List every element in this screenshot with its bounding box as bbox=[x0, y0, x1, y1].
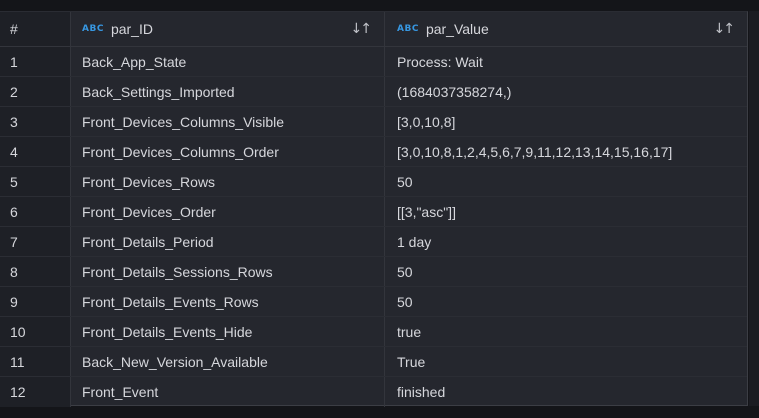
row-number-cell: 7 bbox=[0, 227, 71, 256]
par-value-cell: 50 bbox=[385, 287, 747, 316]
par-id-value: Front_Devices_Columns_Order bbox=[82, 144, 279, 160]
row-number-value: 6 bbox=[10, 204, 18, 220]
row-number-value: 2 bbox=[10, 84, 18, 100]
table-row: 9 Front_Details_Events_Rows 50 bbox=[0, 287, 747, 317]
par-id-cell: Front_Details_Sessions_Rows bbox=[71, 257, 385, 286]
row-number-value: 10 bbox=[10, 324, 26, 340]
par-id-value: Front_Devices_Columns_Visible bbox=[82, 114, 284, 130]
row-number-value: 3 bbox=[10, 114, 18, 130]
row-number-cell: 2 bbox=[0, 77, 71, 106]
table-row: 10 Front_Details_Events_Hide true bbox=[0, 317, 747, 347]
par-value-value: True bbox=[397, 354, 425, 370]
par-value-cell: [[3,"asc"]] bbox=[385, 197, 747, 226]
par-id-cell: Front_Details_Events_Rows bbox=[71, 287, 385, 316]
par-value-cell: true bbox=[385, 317, 747, 346]
table-body: 1 Back_App_State Process: Wait 2 Back_Se… bbox=[0, 47, 747, 407]
par-id-cell: Front_Event bbox=[71, 377, 385, 407]
row-number-value: 1 bbox=[10, 54, 18, 70]
string-type-icon: ABC bbox=[82, 24, 104, 34]
row-number-header-label: # bbox=[10, 21, 18, 37]
par-value-cell: True bbox=[385, 347, 747, 376]
table-row: 6 Front_Devices_Order [[3,"asc"]] bbox=[0, 197, 747, 227]
par-value-value: 50 bbox=[397, 294, 413, 310]
par-value-value: Process: Wait bbox=[397, 54, 483, 70]
row-number-cell: 5 bbox=[0, 167, 71, 196]
row-number-value: 9 bbox=[10, 294, 18, 310]
par-value-value: finished bbox=[397, 384, 445, 400]
par-value-column-label: par_Value bbox=[426, 21, 489, 37]
panel-right-gutter bbox=[749, 11, 759, 406]
par-id-value: Front_Details_Events_Hide bbox=[82, 324, 252, 340]
row-number-cell: 11 bbox=[0, 347, 71, 376]
row-number-value: 7 bbox=[10, 234, 18, 250]
sort-arrows-icon[interactable]: ↓↑ bbox=[351, 21, 372, 37]
par-id-value: Back_Settings_Imported bbox=[82, 84, 235, 100]
par-id-value: Front_Details_Period bbox=[82, 234, 214, 250]
row-number-cell: 6 bbox=[0, 197, 71, 226]
table-row: 11 Back_New_Version_Available True bbox=[0, 347, 747, 377]
row-number-cell: 1 bbox=[0, 47, 71, 76]
par-id-cell: Back_New_Version_Available bbox=[71, 347, 385, 376]
string-type-icon: ABC bbox=[397, 24, 419, 34]
table-row: 2 Back_Settings_Imported (1684037358274,… bbox=[0, 77, 747, 107]
parameters-table: # ABC par_ID ↓↑ ABC par_Value ↓↑ 1 Back_… bbox=[0, 11, 748, 406]
par-value-value: 50 bbox=[397, 264, 413, 280]
par-id-value: Front_Devices_Rows bbox=[82, 174, 215, 190]
par-id-value: Front_Devices_Order bbox=[82, 204, 216, 220]
par-value-cell: 1 day bbox=[385, 227, 747, 256]
par-value-cell: 50 bbox=[385, 167, 747, 196]
row-number-cell: 3 bbox=[0, 107, 71, 136]
par-id-value: Back_New_Version_Available bbox=[82, 354, 268, 370]
table-row: 4 Front_Devices_Columns_Order [3,0,10,8,… bbox=[0, 137, 747, 167]
row-number-value: 12 bbox=[10, 384, 26, 400]
table-row: 8 Front_Details_Sessions_Rows 50 bbox=[0, 257, 747, 287]
par-value-value: [3,0,10,8] bbox=[397, 114, 455, 130]
table-row: 1 Back_App_State Process: Wait bbox=[0, 47, 747, 77]
par-id-value: Front_Details_Events_Rows bbox=[82, 294, 259, 310]
par-id-cell: Front_Devices_Columns_Order bbox=[71, 137, 385, 166]
row-number-value: 8 bbox=[10, 264, 18, 280]
par-value-cell: 50 bbox=[385, 257, 747, 286]
grafana-table-panel: # ABC par_ID ↓↑ ABC par_Value ↓↑ 1 Back_… bbox=[0, 0, 759, 418]
par-value-cell: [3,0,10,8] bbox=[385, 107, 747, 136]
table-row: 7 Front_Details_Period 1 day bbox=[0, 227, 747, 257]
par-id-cell: Front_Devices_Rows bbox=[71, 167, 385, 196]
par-id-cell: Front_Details_Events_Hide bbox=[71, 317, 385, 346]
table-header-row: # ABC par_ID ↓↑ ABC par_Value ↓↑ bbox=[0, 12, 747, 47]
row-number-cell: 9 bbox=[0, 287, 71, 316]
par-value-value: 50 bbox=[397, 174, 413, 190]
par-id-cell: Back_App_State bbox=[71, 47, 385, 76]
row-number-cell: 4 bbox=[0, 137, 71, 166]
par-value-cell: finished bbox=[385, 377, 747, 407]
par-id-value: Front_Event bbox=[82, 384, 158, 400]
table-row: 5 Front_Devices_Rows 50 bbox=[0, 167, 747, 197]
par-id-value: Front_Details_Sessions_Rows bbox=[82, 264, 273, 280]
row-number-value: 4 bbox=[10, 144, 18, 160]
row-number-value: 5 bbox=[10, 174, 18, 190]
sort-arrows-icon[interactable]: ↓↑ bbox=[714, 21, 735, 37]
par-value-value: [3,0,10,8,1,2,4,5,6,7,9,11,12,13,14,15,1… bbox=[397, 144, 672, 160]
row-number-cell: 12 bbox=[0, 377, 71, 407]
header-cell-par-value[interactable]: ABC par_Value ↓↑ bbox=[385, 12, 747, 46]
par-id-cell: Front_Devices_Order bbox=[71, 197, 385, 226]
header-cell-par-id[interactable]: ABC par_ID ↓↑ bbox=[71, 12, 385, 46]
row-number-cell: 10 bbox=[0, 317, 71, 346]
table-row: 3 Front_Devices_Columns_Visible [3,0,10,… bbox=[0, 107, 747, 137]
par-id-value: Back_App_State bbox=[82, 54, 186, 70]
par-value-value: (1684037358274,) bbox=[397, 84, 511, 100]
par-value-value: 1 day bbox=[397, 234, 431, 250]
row-number-value: 11 bbox=[10, 354, 25, 370]
par-value-cell: [3,0,10,8,1,2,4,5,6,7,9,11,12,13,14,15,1… bbox=[385, 137, 747, 166]
par-id-cell: Front_Details_Period bbox=[71, 227, 385, 256]
par-id-column-label: par_ID bbox=[111, 21, 153, 37]
par-value-cell: (1684037358274,) bbox=[385, 77, 747, 106]
row-number-cell: 8 bbox=[0, 257, 71, 286]
par-value-value: [[3,"asc"]] bbox=[397, 204, 456, 220]
par-value-cell: Process: Wait bbox=[385, 47, 747, 76]
par-id-cell: Front_Devices_Columns_Visible bbox=[71, 107, 385, 136]
header-cell-row-number[interactable]: # bbox=[0, 12, 71, 46]
table-row: 12 Front_Event finished bbox=[0, 377, 747, 407]
par-value-value: true bbox=[397, 324, 421, 340]
par-id-cell: Back_Settings_Imported bbox=[71, 77, 385, 106]
